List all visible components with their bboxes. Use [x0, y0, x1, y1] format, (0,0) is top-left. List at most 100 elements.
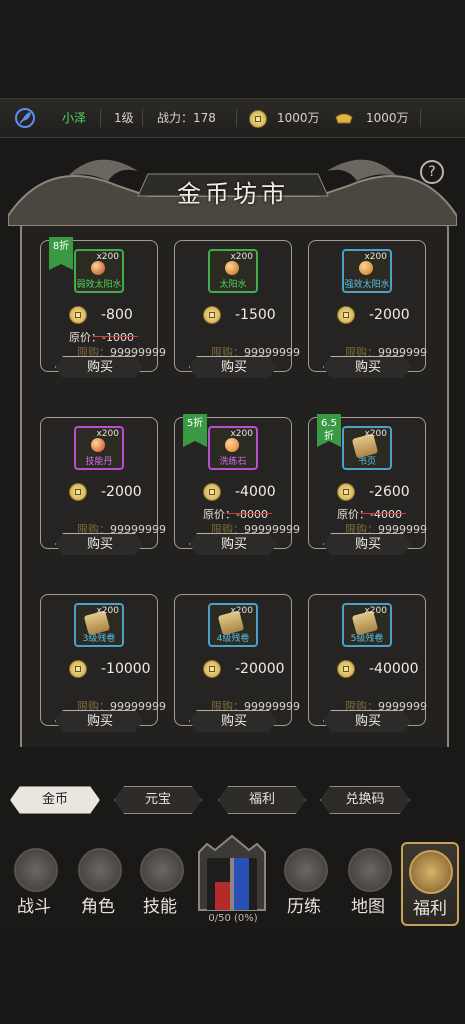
bottom-bar — [0, 934, 465, 1024]
discount-badge: 5折 — [183, 414, 207, 447]
nav-map-label: 地图 — [351, 897, 385, 917]
item-name: 3级残卷 — [82, 634, 116, 644]
buy-button[interactable]: 购买 — [323, 356, 411, 378]
item-icon-slot[interactable]: x200 4级残卷 — [208, 603, 258, 647]
shop-item-card: x200 弱效太阳水 8折 -800 原价：-1000 限购：99999999 购买 — [40, 237, 166, 378]
nav-skills[interactable]: 技能 — [134, 842, 186, 922]
discount-badge: 6.5折 — [317, 414, 341, 447]
potion-icon — [91, 261, 105, 275]
tab-welfare[interactable]: 福利 — [218, 786, 306, 814]
discount-badge: 8折 — [49, 237, 73, 270]
price-value: -1500 — [235, 307, 276, 323]
item-name: 5级残卷 — [350, 634, 384, 644]
price-value: -800 — [101, 307, 133, 323]
crossed-swords-icon — [14, 848, 58, 892]
item-price: -2600 — [337, 483, 410, 501]
item-icon-slot[interactable]: x200 3级残卷 — [74, 603, 124, 647]
flame-skill-icon — [140, 848, 184, 892]
feather-icon[interactable] — [14, 99, 36, 137]
top-status-bar: 小泽 1级 战力：178 1000万 1000万 — [0, 98, 465, 138]
item-price: -800 — [69, 306, 133, 324]
shop-header: 金币坊市 — [7, 146, 458, 227]
buy-button[interactable]: 购买 — [189, 710, 277, 732]
item-icon-slot[interactable]: x200 书页 — [342, 426, 392, 470]
nav-training[interactable]: 历练 — [278, 842, 330, 922]
price-value: -40000 — [369, 661, 419, 677]
buy-button[interactable]: 购买 — [189, 356, 277, 378]
item-quantity: x200 — [364, 606, 387, 616]
buy-button[interactable]: 购买 — [55, 533, 143, 555]
item-name: 太阳水 — [219, 280, 247, 290]
progress-text: 0/50 (0%) — [208, 913, 258, 924]
item-quantity: x200 — [96, 606, 119, 616]
original-price: 原价：-1000 — [69, 329, 138, 345]
price-value: -20000 — [235, 661, 285, 677]
item-price: -2000 — [337, 306, 410, 324]
item-icon-slot[interactable]: x200 弱效太阳水 — [74, 249, 124, 293]
shop-item-card: x200 太阳水 -1500 限购：99999999 购买 — [174, 240, 300, 378]
gold-coin-icon — [337, 306, 355, 324]
buy-button[interactable]: 购买 — [323, 533, 411, 555]
treasure-chest-icon — [409, 850, 453, 894]
potion-icon — [225, 261, 239, 275]
nav-welfare[interactable]: 福利 — [401, 842, 459, 926]
item-quantity: x200 — [230, 252, 253, 262]
gold-coin-icon — [249, 99, 267, 137]
help-icon[interactable]: ? — [420, 160, 444, 184]
nav-training-label: 历练 — [287, 897, 321, 917]
gold-amount: 1000万 — [277, 111, 320, 125]
ingot-amount: 1000万 — [366, 111, 409, 125]
shop-item-card: x200 强效太阳水 -2000 限购：9999999 购买 — [308, 240, 427, 378]
item-name: 强效太阳水 — [344, 280, 390, 290]
original-price: 原价：-4000 — [337, 506, 406, 522]
shop-item-card: x200 5级残卷 -40000 限购：9999999 购买 — [308, 594, 427, 732]
item-quantity: x200 — [230, 429, 253, 439]
gold-coin-icon — [203, 660, 221, 678]
original-price-text: 原价：-4000 — [337, 508, 402, 521]
price-value: -2600 — [369, 484, 410, 500]
tab-ingot[interactable]: 元宝 — [114, 786, 202, 814]
nav-character[interactable]: 角色 — [72, 842, 124, 922]
item-price: -1500 — [203, 306, 276, 324]
original-price-text: 原价：-1000 — [69, 331, 134, 344]
price-value: -10000 — [101, 661, 151, 677]
item-name: 弱效太阳水 — [76, 280, 122, 290]
gold-coin-icon — [69, 306, 87, 324]
item-price: -10000 — [69, 660, 151, 678]
shop-item-card: x200 洗练石 5折 -4000 原价：-8000 限购：99999999 购买 — [174, 414, 300, 555]
gold-coin-icon — [203, 483, 221, 501]
item-quantity: x200 — [96, 252, 119, 262]
buy-button[interactable]: 购买 — [323, 710, 411, 732]
tab-redeem-code[interactable]: 兑换码 — [320, 786, 410, 814]
buy-button[interactable]: 购买 — [189, 533, 277, 555]
item-quantity: x200 — [364, 252, 387, 262]
buy-button[interactable]: 购买 — [55, 710, 143, 732]
portal-gate-icon[interactable] — [193, 832, 271, 912]
vortex-icon — [284, 848, 328, 892]
item-icon-slot[interactable]: x200 洗练石 — [208, 426, 258, 470]
nav-battle[interactable]: 战斗 — [8, 842, 60, 922]
original-price-text: 原价：-8000 — [203, 508, 268, 521]
price-value: -4000 — [235, 484, 276, 500]
item-icon-slot[interactable]: x200 技能丹 — [74, 426, 124, 470]
item-quantity: x200 — [230, 606, 253, 616]
item-name: 4级残卷 — [216, 634, 250, 644]
currency-tabs: 金币 元宝 福利 兑换码 — [0, 783, 465, 819]
buy-button[interactable]: 购买 — [55, 356, 143, 378]
tab-gold[interactable]: 金币 — [10, 786, 100, 814]
item-quantity: x200 — [364, 429, 387, 439]
potion-icon — [359, 261, 373, 275]
gold-coin-icon — [69, 483, 87, 501]
nav-welfare-label: 福利 — [413, 899, 447, 919]
player-level: 1级 — [114, 111, 134, 125]
item-icon-slot[interactable]: x200 5级残卷 — [342, 603, 392, 647]
item-icon-slot[interactable]: x200 强效太阳水 — [342, 249, 392, 293]
item-price: -20000 — [203, 660, 285, 678]
item-quantity: x200 — [96, 429, 119, 439]
shop-item-card: x200 技能丹 -2000 限购：99999999 购买 — [40, 417, 166, 555]
nav-map[interactable]: 地图 — [342, 842, 394, 922]
item-icon-slot[interactable]: x200 太阳水 — [208, 249, 258, 293]
nav-battle-label: 战斗 — [17, 897, 51, 917]
potion-icon — [225, 438, 239, 452]
shop-title: 金币坊市 — [177, 180, 289, 208]
